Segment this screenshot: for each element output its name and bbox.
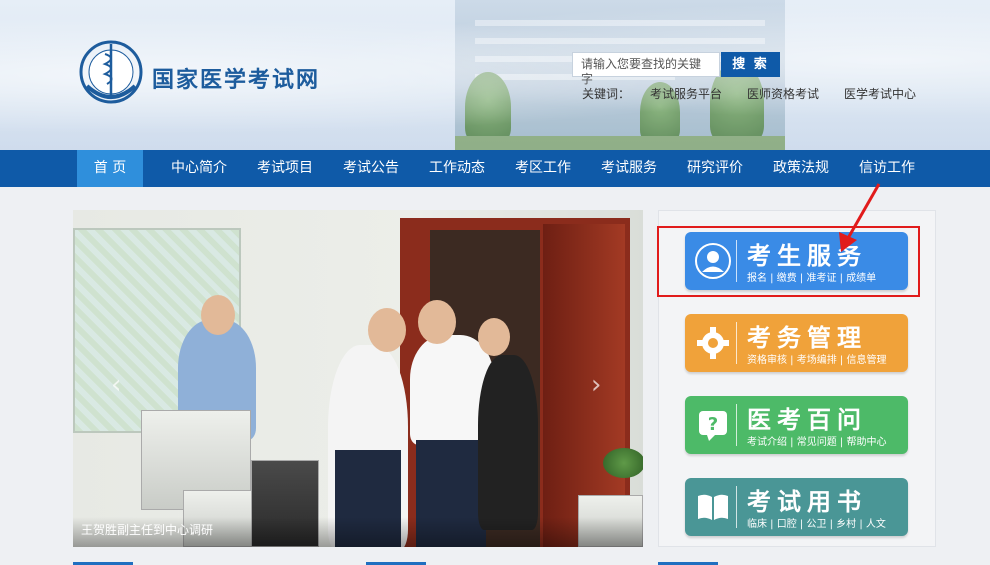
gear-icon: [697, 327, 729, 359]
keywords-label: 关键词：: [582, 87, 631, 101]
service-subtitle: 资格审核 | 考场编排 | 信息管理: [747, 355, 887, 366]
keyword-link-medical-exam-center[interactable]: 医学考试中心: [844, 85, 916, 102]
logo-emblem-icon[interactable]: [77, 38, 145, 106]
question-bubble-icon: ?: [699, 411, 727, 441]
service-title: 考务管理: [747, 324, 867, 352]
nav-item-about[interactable]: 中心简介: [166, 150, 232, 187]
annotation-arrow-icon: [839, 183, 881, 252]
keyword-link-exam-service-platform[interactable]: 考试服务平台: [650, 85, 722, 102]
nav-item-region-work[interactable]: 考区工作: [510, 150, 576, 187]
news-slider[interactable]: ‹ › 王贺胜副主任到中心调研: [73, 210, 643, 547]
chevron-left-icon[interactable]: ‹: [111, 370, 121, 400]
site-header: 国家医学考试网 请输入您要查找的关键字 搜 索 关键词： 考试服务平台 医师资格…: [0, 0, 990, 150]
nav-item-policies[interactable]: 政策法规: [768, 150, 834, 187]
site-title[interactable]: 国家医学考试网: [152, 62, 320, 94]
exam-management-button[interactable]: 考务管理 资格审核 | 考场编排 | 信息管理: [685, 314, 908, 372]
search-button[interactable]: 搜 索: [721, 52, 780, 77]
service-title: 医考百问: [747, 406, 867, 434]
medical-exam-faq-button[interactable]: ? 医考百问 考试介绍 | 常见问题 | 帮助中心: [685, 396, 908, 454]
service-subtitle: 考试介绍 | 常见问题 | 帮助中心: [747, 437, 887, 448]
nav-item-research[interactable]: 研究评价: [682, 150, 748, 187]
exam-books-button[interactable]: 考试用书 临床 | 口腔 | 公卫 | 乡村 | 人文: [685, 478, 908, 536]
nav-item-exam-notices[interactable]: 考试公告: [338, 150, 404, 187]
svg-text:?: ?: [708, 414, 718, 435]
service-subtitle: 临床 | 口腔 | 公卫 | 乡村 | 人文: [747, 519, 886, 530]
nav-item-exam-services[interactable]: 考试服务: [596, 150, 662, 187]
chevron-right-icon[interactable]: ›: [591, 370, 601, 400]
search-input[interactable]: 请输入您要查找的关键字: [572, 52, 720, 86]
book-icon: [698, 494, 728, 520]
slider-caption[interactable]: 王贺胜副主任到中心调研: [81, 521, 213, 538]
nav-item-home[interactable]: 首 页: [77, 150, 143, 187]
service-title: 考试用书: [747, 488, 867, 516]
keyword-link-physician-exam[interactable]: 医师资格考试: [747, 85, 819, 102]
nav-item-work-news[interactable]: 工作动态: [424, 150, 490, 187]
nav-item-exam-projects[interactable]: 考试项目: [252, 150, 318, 187]
